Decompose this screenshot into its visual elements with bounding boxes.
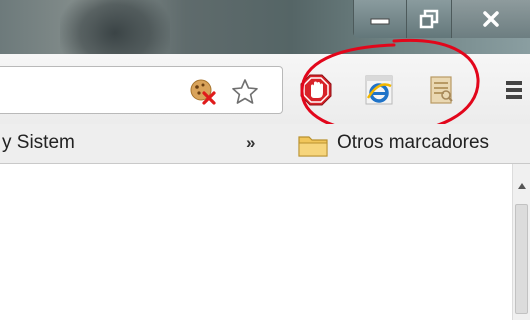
chrome-menu-icon [506,81,522,99]
adblock-extension-button[interactable] [300,74,332,106]
ie-tab-extension-button[interactable] [363,74,395,106]
internet-explorer-icon [365,75,393,105]
page-content [0,164,530,320]
chrome-menu-button[interactable] [498,74,530,106]
reader-document-icon [430,76,453,104]
browser-toolbar [0,54,530,124]
close-button[interactable] [451,0,530,38]
reader-extension-button[interactable] [425,74,457,106]
window-title-bar [0,0,530,54]
scrollbar-thumb[interactable] [515,204,528,314]
maximize-button[interactable] [406,0,451,38]
blocked-cookies-icon[interactable] [188,77,218,107]
bookmarks-bar: y Sistem » Otros marcadores [0,124,530,164]
minimize-button[interactable] [353,0,406,38]
address-bar[interactable] [0,66,283,114]
wallpaper-shape [60,0,170,54]
close-icon [483,11,499,27]
folder-icon[interactable] [298,133,328,157]
bookmarks-overflow-chevron[interactable]: » [246,133,255,153]
bookmark-star-icon[interactable] [230,77,260,107]
vertical-scrollbar[interactable] [512,164,530,320]
minimize-icon [370,18,390,25]
maximize-icon [419,9,439,29]
other-bookmarks[interactable]: Otros marcadores [337,132,489,154]
scroll-up-arrow-icon[interactable] [517,182,527,190]
window-controls [353,0,530,38]
bookmark-item[interactable]: y Sistem [2,132,75,154]
adblock-stop-hand-icon [300,74,332,106]
